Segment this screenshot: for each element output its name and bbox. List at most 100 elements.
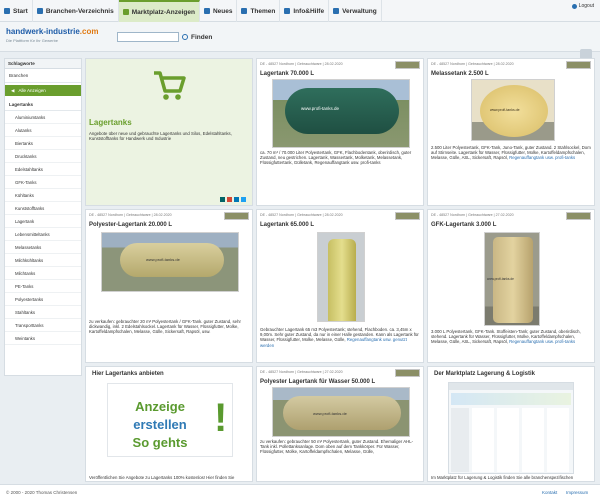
tab-start[interactable]: Start [0,0,33,22]
tab-branchen[interactable]: Branchen-Verzeichnis [33,0,119,22]
listing-card[interactable]: DE - 48527 Nordhorn | Gebrauchtware | 28… [85,209,253,363]
listing-photo[interactable]: www.profi-tanks.de [272,79,410,148]
listing-card[interactable]: DE - 48527 Nordhorn | Gebrauchtware | 27… [427,209,595,363]
sidebar-item[interactable]: Milchkühltanks [5,254,81,267]
sidebar-heading: Schlagworte [5,59,81,69]
listing-meta: DE - 48527 Nordhorn | Gebrauchtware | 28… [431,62,514,66]
banner-line-1: Anzeige [135,399,185,414]
tab-label: Verwaltung [342,7,377,15]
footer: © 2000 - 2020 Thomas Christensen Kontakt… [0,484,600,500]
google-share-icon[interactable] [227,197,232,202]
seller-logo [395,61,420,69]
tab-label: Themen [250,7,276,15]
tab-label: Info&Hilfe [293,7,325,15]
tab-label: Start [13,7,28,15]
linkedin-share-icon[interactable] [234,197,239,202]
listing-title[interactable]: Polyester Lagertank für Wasser 50.000 L [260,379,375,385]
sidebar-item[interactable]: Melassetanks [5,241,81,254]
category-title: Lagertanks [89,118,132,127]
tab-marktplatz[interactable]: Marktplatz-Anzeigen [118,0,200,22]
listing-description: 2.500 Liter Polyestertank, GFK-Tank, Jun… [431,145,593,161]
sidebar-item[interactable]: Milchtanks [5,267,81,280]
search-button[interactable]: Finden [182,32,212,42]
sidebar-item[interactable]: Alutanks [5,124,81,137]
twitter-share-icon[interactable] [241,197,246,202]
photo-watermark: www.profi-tanks.de [490,108,520,112]
sidebar-item[interactable]: Polyestertanks [5,293,81,306]
screenshot-grid [472,408,571,472]
tab-label: Branchen-Verzeichnis [45,7,114,15]
sidebar-item[interactable]: Weintanks [5,332,81,345]
sidebar-item[interactable]: Kühltanks [5,189,81,202]
seller-logo [395,369,420,377]
sidebar-item[interactable]: GFK-Tanks [5,176,81,189]
category-intro-card: Lagertanks Angebote über neue und gebrau… [85,58,253,206]
directory-icon [36,8,43,14]
sidebar-group-lagertanks[interactable]: Lagertanks [5,98,81,111]
listing-meta: DE - 48527 Nordhorn | Gebrauchtware | 28… [89,213,172,217]
tagline: Die Plattform für Ihr Gewerbe [6,38,59,43]
create-ad-description: Veröffentlichen Sie Angebote zu Lagertan… [89,475,235,480]
listing-photo[interactable] [317,232,365,322]
listing-meta: DE - 48527 Nordhorn | Gebrauchtware | 28… [260,213,343,217]
logout-label: Logout [578,3,594,9]
all-ads-button[interactable]: ◀ Alle Anzeigen [5,85,81,96]
screenshot-header [449,383,573,390]
sidebar-item[interactable]: Biertanks [5,137,81,150]
seller-logo [566,212,591,220]
listing-title[interactable]: Melassetank 2.500 L [431,71,489,77]
sidebar-item[interactable]: Drucktanks [5,150,81,163]
listing-title[interactable]: Lagertank 70.000 L [260,71,314,77]
listing-photo[interactable]: www.profi-tanks.de [101,232,239,292]
sidebar-item[interactable]: Transporttanks [5,319,81,332]
marketplace-promo-card[interactable]: Der Marktplatz Lagerung & Logistik Im Ma… [427,366,595,482]
promo-title[interactable]: Der Marktplatz Lagerung & Logistik [434,371,535,377]
sidebar-item[interactable]: PE-Tanks [5,280,81,293]
listing-card[interactable]: DE - 48527 Nordhorn | Gebrauchtware | 28… [256,58,424,206]
sidebar-item[interactable]: Lagertank [5,215,81,228]
listing-description: zu verkaufen: gebrauchter 50 m³ Polyeste… [260,439,414,455]
sidebar-item[interactable]: Stahltanks [5,306,81,319]
tab-themen[interactable]: Themen [237,0,281,22]
listing-photo[interactable]: www.profi-tanks.de [484,232,540,326]
sidebar-item[interactable]: Kunststofftanks [5,202,81,215]
promo-screenshot[interactable] [448,382,574,474]
contact-link[interactable]: Kontakt [542,490,557,495]
banner-exclamation: ! [214,396,228,440]
listing-photo[interactable]: www.profi-tanks.de [272,387,410,437]
logo-main: handwerk-industrie [6,27,80,36]
listing-photo[interactable]: www.profi-tanks.de [471,79,555,141]
sidebar-item-branchen[interactable]: Branchen [5,69,81,83]
cart-icon [154,71,186,100]
tab-info-hilfe[interactable]: Info&Hilfe [280,0,330,22]
listing-card[interactable]: DE - 48527 Nordhorn | Gebrauchtware | 28… [427,58,595,206]
listing-title[interactable]: Polyester-Lagertank 20.000 L [89,222,172,228]
site-logo[interactable]: handwerk-industrie.com [6,27,98,36]
listing-title[interactable]: Lagertank 65.000 L [260,222,314,228]
home-icon [4,8,10,14]
xing-share-icon[interactable] [220,197,225,202]
listing-card[interactable]: DE - 48527 Nordhorn | Gebrauchtware | 27… [256,366,424,482]
listing-card[interactable]: DE - 48527 Nordhorn | Gebrauchtware | 28… [256,209,424,363]
create-ad-card[interactable]: Hier Lagertanks anbieten Anzeige erstell… [85,366,253,482]
banner-line-2: erstellen [133,417,187,432]
tab-neues[interactable]: Neues [200,0,238,22]
imprint-link[interactable]: Impressum [566,490,588,495]
tab-label: Neues [212,7,233,15]
sidebar-item[interactable]: Edelstahltanks [5,163,81,176]
create-ad-title[interactable]: Hier Lagertanks anbieten [92,371,164,377]
listing-title[interactable]: GFK-Lagertank 3.000 L [431,222,496,228]
sidebar-item[interactable]: Lebensmitteltanks [5,228,81,241]
arrow-left-icon: ◀ [11,87,15,93]
banner-line-3: So gehts [132,435,188,450]
description-more: Regenauffangtank usw. profi-tanks [509,339,576,345]
sidebar-item[interactable]: Aluminiumtanks [5,111,81,124]
logout-link[interactable]: Logout [571,3,594,9]
search-input[interactable] [117,32,179,42]
tab-verwaltung[interactable]: Verwaltung [329,0,382,22]
all-ads-label: Alle Anzeigen [18,88,46,93]
listing-description: 3.000 L Polyestertank, GFK-Tank. Stoffei… [431,329,593,345]
description-more: Regenauffangtank usw. profi-tanks [509,155,576,161]
create-ad-banner[interactable]: Anzeige erstellen So gehts ! [107,383,233,457]
listing-description: zu verkaufen: gebrauchter 20 m³ Polyeste… [89,319,241,335]
